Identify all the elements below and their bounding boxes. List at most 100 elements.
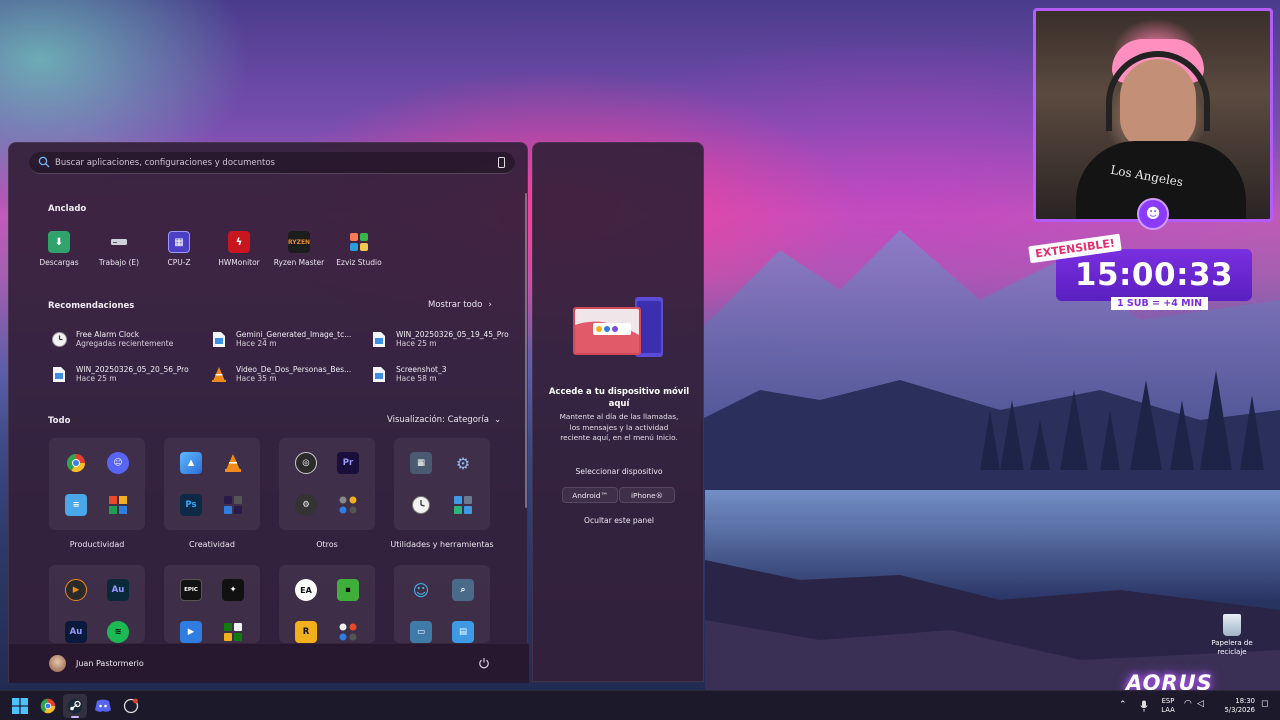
cpu-icon: ▦: [168, 231, 190, 253]
timer-value: 15:00:33: [1074, 257, 1234, 293]
vlc-icon: [222, 452, 244, 474]
drive-icon: [108, 231, 130, 253]
recommendations-title: Recomendaciones: [48, 301, 135, 311]
volume-icon[interactable]: ◁: [1197, 699, 1204, 709]
hwmonitor-icon: ϟ: [228, 231, 250, 253]
misc-apps-icon: [337, 494, 359, 516]
rec-item[interactable]: Video_De_Dos_Personas_Bes... Hace 35 m: [210, 361, 360, 387]
rec-item[interactable]: Gemini_Generated_Image_tc... Hace 24 m: [210, 326, 360, 352]
folder-games[interactable]: EPIC ✦ ▶: [164, 565, 260, 643]
pinned-trabajo[interactable]: Trabajo (E): [89, 223, 149, 269]
image-file-icon: [210, 330, 228, 348]
xbox-icon: [222, 621, 244, 643]
downloads-icon: ⬇: [48, 231, 70, 253]
video-icon: ▶: [180, 621, 202, 643]
recycle-bin[interactable]: Papelera de reciclaje: [1206, 614, 1258, 657]
chevron-right-icon: ›: [488, 300, 492, 310]
search-input[interactable]: [55, 154, 475, 172]
network-icon: ▤: [452, 621, 474, 643]
search-icon: [38, 156, 50, 168]
folder-utilidades[interactable]: ▦ ⚙: [394, 438, 490, 530]
calculator-icon: ▦: [410, 452, 432, 474]
folder-creatividad[interactable]: ▲ Ps: [164, 438, 260, 530]
premiere-icon: Pr: [337, 452, 359, 474]
image-file-icon: [370, 365, 388, 383]
select-device-label: Seleccionar dispositivo: [575, 467, 663, 476]
notification-icon[interactable]: ◻: [1261, 699, 1268, 709]
tools-icon: [452, 494, 474, 516]
audition-icon: Au: [107, 579, 129, 601]
cheat-icon: ⚙: [295, 494, 317, 516]
taskbar-steam[interactable]: [63, 694, 87, 718]
games-icon: [337, 621, 359, 643]
discord-icon: [95, 699, 111, 712]
power-icon[interactable]: [478, 657, 490, 669]
pinned-ezviz[interactable]: Ezviz Studio: [329, 223, 389, 269]
channel-logo-icon: ☻: [1137, 198, 1169, 230]
folder-media[interactable]: ▶ Au Au ≋: [49, 565, 145, 643]
pinned-hwmonitor[interactable]: ϟ HWMonitor: [209, 223, 269, 269]
rockstar-icon: R: [295, 621, 317, 643]
image-file-icon: [370, 330, 388, 348]
taskbar-app[interactable]: [119, 694, 143, 718]
search-bar[interactable]: [29, 152, 515, 174]
notepad-icon: ≡: [65, 494, 87, 516]
recycle-bin-icon: [1223, 614, 1241, 636]
folder-productividad[interactable]: ☺ ≡: [49, 438, 145, 530]
steam-icon: [67, 698, 83, 714]
discord-icon: ☺: [107, 452, 129, 474]
game-icon: ✦: [222, 579, 244, 601]
folder-games-2[interactable]: EA ▪ R: [279, 565, 375, 643]
adobe-apps-icon: [222, 494, 244, 516]
taskbar-discord[interactable]: [91, 694, 115, 718]
wifi-icon[interactable]: ◠: [1184, 699, 1192, 709]
folder-label: Otros: [316, 540, 338, 549]
chevron-down-icon: ⌄: [493, 415, 502, 425]
folder-otros[interactable]: ◎ Pr ⚙: [279, 438, 375, 530]
chrome-icon: [40, 698, 56, 714]
search-app-icon: ⌕: [452, 579, 474, 601]
active-indicator: [71, 716, 79, 718]
ea-icon: EA: [295, 579, 317, 601]
all-apps-title: Todo: [48, 416, 71, 426]
phone-panel-description: Mantente al día de las llamadas, los men…: [559, 412, 679, 442]
rec-item[interactable]: Free Alarm Clock Agregadas recientemente: [50, 326, 200, 352]
rec-item[interactable]: Screenshot_3 Hace 58 m: [370, 361, 520, 387]
start-footer: Juan Pastormerio: [9, 643, 529, 683]
iphone-button[interactable]: iPhone®: [619, 487, 675, 503]
clock-icon: [50, 330, 68, 348]
pinned-descargas[interactable]: ⬇ Descargas: [29, 223, 89, 269]
show-all-button[interactable]: Mostrar todo ›: [428, 300, 492, 310]
view-mode-dropdown[interactable]: Visualización: Categoría ⌄: [387, 415, 501, 425]
folder-label: Creatividad: [189, 540, 235, 549]
clock[interactable]: 18:30 5/3/2026: [1205, 697, 1255, 714]
rec-item[interactable]: WIN_20250326_05_20_56_Pro Hace 25 m: [50, 361, 200, 387]
user-voice-icon: ☺: [412, 580, 430, 600]
folder-system[interactable]: ☺ ⌕ ▭ ▤: [394, 565, 490, 643]
android-button[interactable]: Android™: [562, 487, 618, 503]
taskbar-chrome[interactable]: [36, 694, 60, 718]
windows-icon: [12, 698, 28, 714]
start-menu: Anclado ⬇ Descargas Trabajo (E) ▦ CPU-Z …: [8, 142, 529, 683]
pinned-ryzen-master[interactable]: RYZEN Ryzen Master: [269, 223, 329, 269]
start-button[interactable]: [8, 694, 32, 718]
phone-link-icon[interactable]: [498, 157, 505, 168]
rec-item[interactable]: WIN_20250326_05_19_45_Pro Hace 25 m: [370, 326, 520, 352]
sub-rule-label: 1 SUB = +4 MIN: [1111, 297, 1209, 310]
remote-icon: ▭: [410, 621, 432, 643]
hide-panel-link[interactable]: Ocultar este panel: [543, 516, 695, 525]
recycle-bin-label: Papelera de reciclaje: [1211, 639, 1253, 656]
phone-illustration-icon: [573, 297, 663, 357]
vlc-icon: [210, 365, 228, 383]
avatar[interactable]: [49, 655, 66, 672]
tray-chevron-icon[interactable]: ⌃: [1119, 700, 1127, 710]
user-name[interactable]: Juan Pastormerio: [76, 659, 144, 668]
language-indicator[interactable]: ESP LAA: [1158, 697, 1178, 714]
start-scrollbar[interactable]: [525, 193, 527, 508]
pinned-cpuz[interactable]: ▦ CPU-Z: [149, 223, 209, 269]
ezviz-icon: [348, 231, 370, 253]
subathon-timer: 15:00:33: [1056, 249, 1252, 301]
microphone-icon[interactable]: [1140, 700, 1148, 712]
clock-icon: [410, 494, 432, 516]
spotify-icon: ≋: [107, 621, 129, 643]
